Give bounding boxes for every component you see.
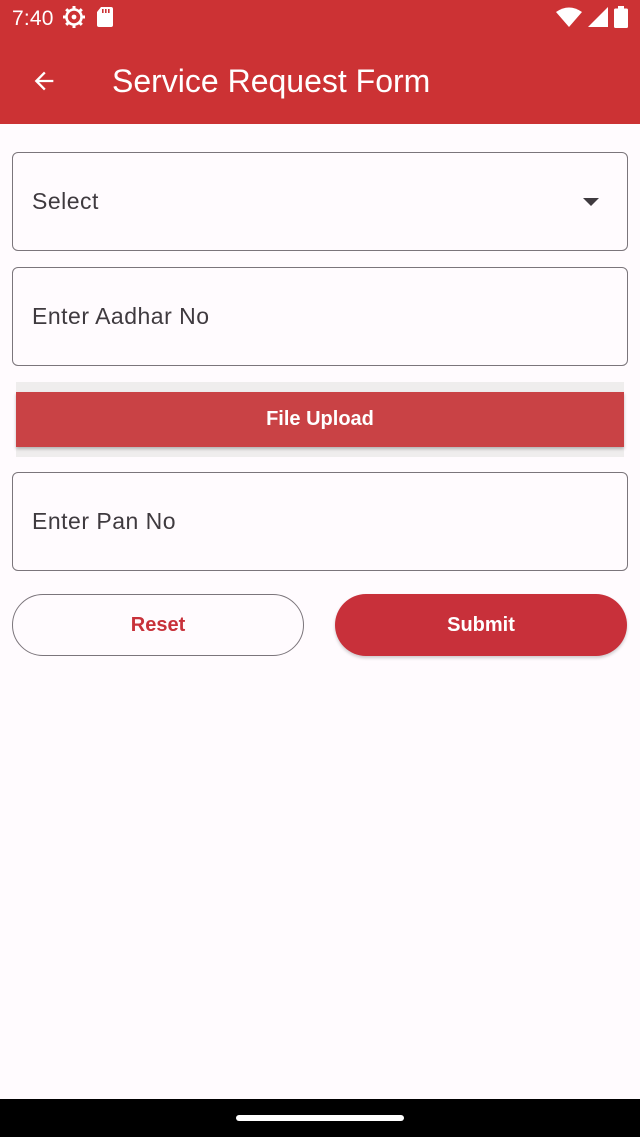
status-bar: 7:40 [0, 0, 640, 38]
file-upload-container: File Upload [16, 382, 624, 457]
signal-icon [588, 6, 608, 32]
submit-button[interactable]: Submit [335, 594, 627, 656]
file-upload-button[interactable]: File Upload [16, 392, 624, 447]
back-button[interactable] [20, 57, 68, 105]
status-left-icons [62, 5, 114, 34]
pan-input[interactable] [32, 473, 627, 570]
system-nav-bar [0, 1099, 640, 1137]
reset-button[interactable]: Reset [12, 594, 304, 656]
arrow-back-icon [34, 71, 54, 91]
aadhar-field [12, 267, 628, 366]
caret-down-icon [583, 197, 599, 206]
home-gesture-handle[interactable] [236, 1115, 404, 1121]
wifi-icon [556, 7, 582, 32]
battery-icon [614, 5, 628, 33]
screen: 7:40 Service Request Form Select Enter A… [0, 0, 640, 1137]
settings-gear-icon [62, 5, 86, 34]
select-label: Select [32, 188, 99, 214]
aadhar-input[interactable] [32, 268, 627, 365]
app-bar: Service Request Form [0, 38, 640, 124]
status-right-icons [556, 5, 628, 33]
page-title: Service Request Form [112, 62, 431, 99]
sd-card-icon [96, 6, 114, 33]
service-select-dropdown[interactable]: Select [12, 152, 628, 251]
status-time: 7:40 [12, 7, 54, 30]
pan-field [12, 472, 628, 571]
